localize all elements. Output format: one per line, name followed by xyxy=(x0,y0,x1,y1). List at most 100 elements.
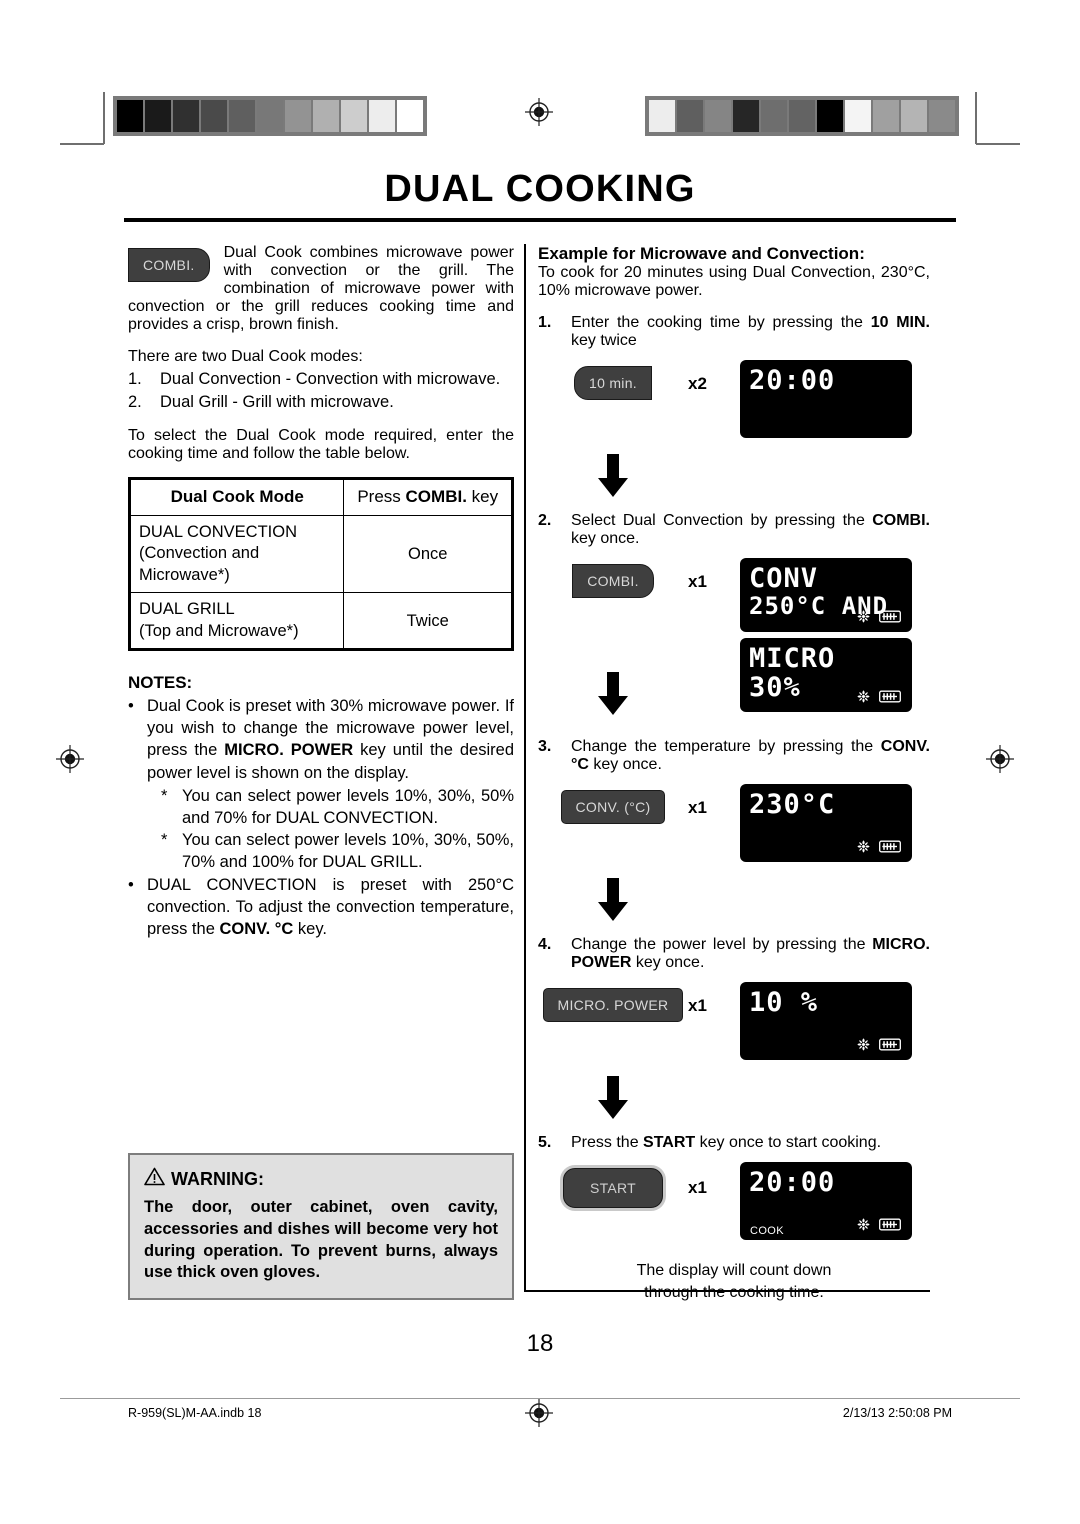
step-text: Select Dual Convection by pressing the C… xyxy=(571,512,930,548)
calibration-swatch xyxy=(649,100,675,132)
registration-mark-bottom-center xyxy=(524,1398,554,1428)
notes-list: • Dual Cook is preset with 30% microwave… xyxy=(128,695,514,940)
note-text-post: key. xyxy=(293,920,327,939)
bullet-icon: • xyxy=(128,697,134,716)
footer-timestamp: 2/13/13 2:50:08 PM xyxy=(842,1406,952,1420)
oven-display-panel: 10 % xyxy=(740,982,912,1060)
table-header-mode: Dual Cook Mode xyxy=(128,478,345,516)
display-line-1: 20:00 xyxy=(749,1167,836,1198)
list-item-label: Dual Grill - Grill with microwave. xyxy=(160,393,394,412)
step-text-post: key once. xyxy=(588,756,662,773)
bullet-icon: • xyxy=(128,876,134,895)
note-body: DUAL CONVECTION is preset with 250°C con… xyxy=(147,874,514,940)
ten-min-key-label: 10 min. xyxy=(588,375,637,391)
note-text-bold: MICRO. POWER xyxy=(224,741,354,760)
step-4-button-cell: MICRO. POWER xyxy=(538,982,688,1022)
display-status-icons xyxy=(857,840,901,858)
display-line-1: 20:00 xyxy=(749,365,836,396)
step-text-pre: Select Dual Convection by pressing the xyxy=(571,512,873,529)
asterisk-icon: * xyxy=(161,830,168,849)
example-intro-text: To cook for 20 minutes using Dual Convec… xyxy=(538,264,930,299)
conv-celsius-key-button[interactable]: CONV. (°C) xyxy=(560,790,666,824)
ten-min-key-button[interactable]: 10 min. xyxy=(573,366,652,400)
table-header-row: Dual Cook Mode Press COMBI. key xyxy=(128,478,513,516)
step-text-post: key twice xyxy=(571,332,637,349)
step-3-illustration: CONV. (°C) x1 230°C xyxy=(538,784,930,868)
table-cell-press: Once xyxy=(343,514,513,594)
right-column: Example for Microwave and Convection: To… xyxy=(538,244,930,1303)
step-4-display-column: 10 % xyxy=(740,982,930,1066)
list-item: • Dual Cook is preset with 30% microwave… xyxy=(128,695,514,873)
registration-mark-right xyxy=(985,744,1015,774)
display-line-1: CONV xyxy=(749,563,819,594)
step-2: 2. Select Dual Convection by pressing th… xyxy=(538,512,930,548)
title-underline xyxy=(124,218,956,222)
warning-body-text: The door, outer cabinet, oven cavity, ac… xyxy=(144,1198,498,1282)
color-calibration-bar-right xyxy=(645,96,959,136)
select-mode-paragraph: To select the Dual Cook mode required, e… xyxy=(128,427,514,463)
micro-power-key-label: MICRO. POWER xyxy=(557,997,669,1013)
step-text-post: key once to start cooking. xyxy=(695,1134,882,1151)
step-5-illustration: START x1 20:00 COOK xyxy=(538,1162,930,1246)
warning-heading: WARNING: xyxy=(144,1167,498,1191)
asterisk-icon: * xyxy=(161,786,168,805)
display-status-icons xyxy=(857,690,901,708)
step-text-post: key once. xyxy=(631,954,705,971)
oven-display-panel: 20:00 xyxy=(740,360,912,438)
grill-icon xyxy=(879,1218,901,1236)
step-3-press-count: x1 xyxy=(688,798,707,817)
oven-display-panel: MICRO 30% xyxy=(740,638,912,712)
down-arrow-icon xyxy=(596,454,630,498)
micro-power-key-button[interactable]: MICRO. POWER xyxy=(542,988,684,1022)
down-arrow-icon xyxy=(596,672,630,716)
start-key-button[interactable]: START xyxy=(562,1168,664,1208)
crop-rule-right-upper xyxy=(976,143,1020,145)
display-line-1: 230°C xyxy=(749,789,836,820)
list-item: * You can select power levels 10%, 30%, … xyxy=(147,829,514,873)
down-arrow-icon xyxy=(596,1076,630,1120)
combi-key-illustration[interactable]: COMBI. xyxy=(128,248,210,282)
warning-heading-label: WARNING: xyxy=(171,1168,264,1189)
step-5-press-count: x1 xyxy=(688,1178,707,1197)
note-sub-text: You can select power levels 10%, 30%, 50… xyxy=(182,830,514,871)
display-line-1: 10 % xyxy=(749,987,819,1018)
display-status-cook: COOK xyxy=(750,1225,784,1237)
step-text-pre: Press the xyxy=(571,1134,644,1151)
calibration-swatch xyxy=(929,100,955,132)
grill-icon xyxy=(879,1038,901,1056)
press-word: Press xyxy=(357,487,406,507)
list-item: * You can select power levels 10%, 30%, … xyxy=(147,785,514,829)
list-item: 2. Dual Grill - Grill with microwave. xyxy=(128,391,514,413)
table-row: DUAL GRILL (Top and Microwave*) Twice xyxy=(128,592,513,651)
mode-name: DUAL GRILL xyxy=(139,600,235,619)
step-text-pre: Change the temperature by pressing the xyxy=(571,738,881,755)
step-3-display-column: 230°C xyxy=(740,784,930,868)
list-item-number: 1. xyxy=(128,370,142,388)
list-item-number: 2. xyxy=(128,393,142,412)
registration-mark-left xyxy=(55,744,85,774)
flow-arrow-2-wrap xyxy=(538,672,688,716)
calibration-swatch xyxy=(117,100,143,132)
oven-display-panel: CONV 250°C AND xyxy=(740,558,912,632)
step-1-press-count: x2 xyxy=(688,374,707,393)
crop-mark-left-top xyxy=(103,92,105,144)
step-number: 5. xyxy=(538,1134,552,1151)
warning-triangle-icon xyxy=(144,1167,165,1191)
step-text: Change the power level by pressing the M… xyxy=(571,936,930,972)
calibration-swatch xyxy=(229,100,255,132)
notes-heading: NOTES: xyxy=(128,673,193,693)
step-4-illustration: MICRO. POWER x1 10 % xyxy=(538,982,930,1066)
step-text-key: 10 MIN. xyxy=(870,314,931,331)
calibration-swatch xyxy=(201,100,227,132)
oven-display-panel: 20:00 COOK xyxy=(740,1162,912,1240)
flow-arrow-3-wrap xyxy=(538,878,688,922)
page-title: DUAL COOKING xyxy=(384,168,696,210)
registration-mark-top-center xyxy=(524,97,554,127)
calibration-swatch xyxy=(341,100,367,132)
combi-key-button[interactable]: COMBI. xyxy=(572,564,654,598)
calibration-swatch xyxy=(845,100,871,132)
display-status-icons xyxy=(857,1038,901,1056)
step-number: 4. xyxy=(538,936,552,953)
grill-icon xyxy=(879,690,901,708)
step-1: 1. Enter the cooking time by pressing th… xyxy=(538,314,930,350)
